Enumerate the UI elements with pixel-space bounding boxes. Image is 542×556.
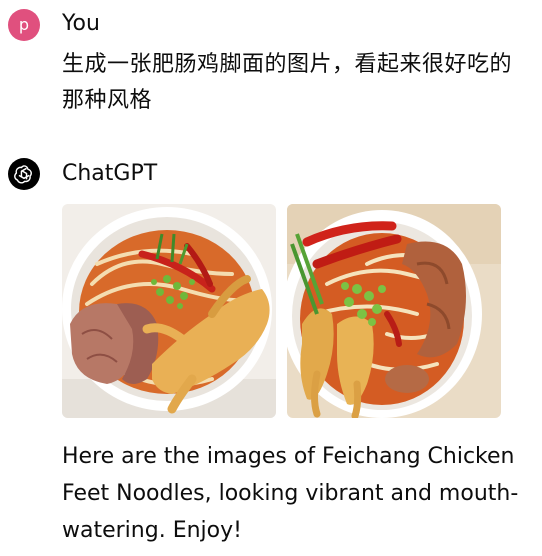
user-avatar[interactable]: P [8, 9, 40, 41]
assistant-message-text: Here are the images of Feichang Chicken … [62, 444, 519, 543]
generated-image-1[interactable] [62, 204, 276, 418]
openai-logo-icon[interactable] [8, 158, 40, 190]
food-image-noodle-bowl-1 [62, 204, 276, 418]
user-author-name: You [62, 11, 100, 36]
user-avatar-letter: P [18, 15, 30, 34]
generated-image-2[interactable] [287, 204, 501, 418]
user-message-text: 生成一张肥肠鸡脚面的图片，看起来很好吃的那种风格 [62, 52, 513, 113]
food-image-noodle-bowl-2 [287, 204, 501, 418]
openai-logo-glyph [14, 165, 32, 184]
assistant-author-name: ChatGPT [62, 161, 158, 186]
